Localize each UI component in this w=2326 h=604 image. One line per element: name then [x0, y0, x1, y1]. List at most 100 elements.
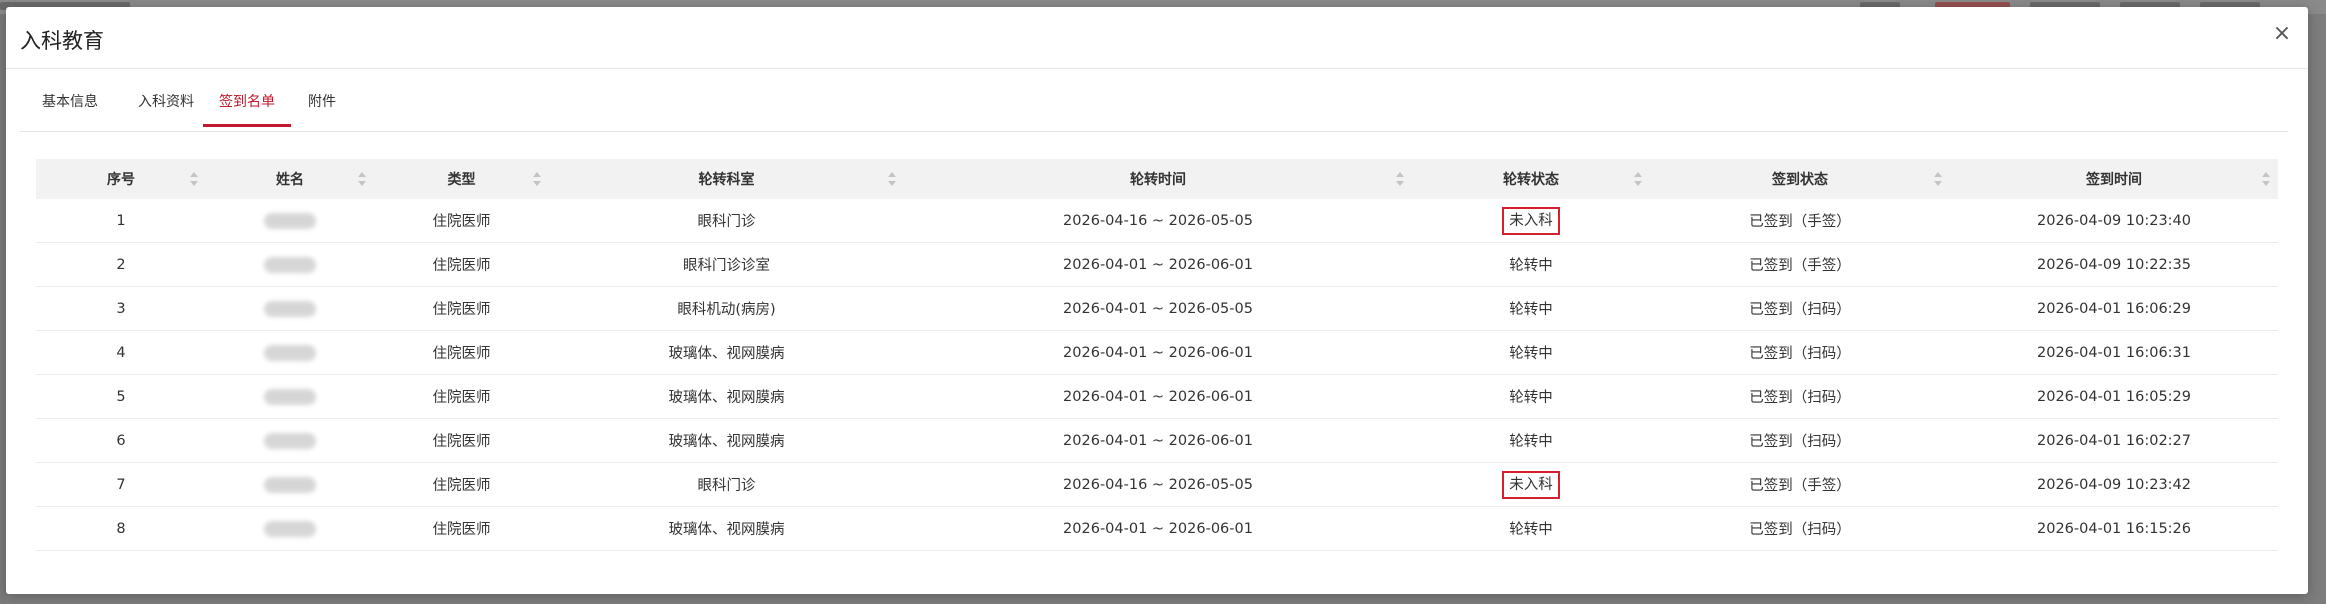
row-signin-status: 已签到（扫码）	[1749, 346, 1851, 362]
enrollment-education-modal: 入科教育 × 基本信息 入科资料 签到名单 附件 序号 姓名 类型 轮转科室 轮…	[6, 7, 2308, 594]
modal-header: 入科教育 ×	[6, 7, 2308, 69]
row-index: 5	[116, 388, 126, 405]
row-rotation-time: 2026-04-01 ~ 2026-06-01	[1063, 432, 1253, 449]
row-department: 眼科机动(病房)	[677, 302, 776, 318]
row-rotation-status: 轮转中	[1509, 346, 1553, 362]
row-signin-time: 2026-04-01 16:05:29	[2037, 388, 2191, 405]
row-rotation-time: 2026-04-01 ~ 2026-06-01	[1063, 388, 1253, 405]
modal-title: 入科教育	[20, 29, 104, 53]
row-rotation-status: 轮转中	[1509, 522, 1553, 538]
row-signin-time: 2026-04-09 10:23:40	[2037, 212, 2191, 229]
row-rotation-time: 2026-04-16 ~ 2026-05-05	[1063, 476, 1253, 493]
row-index: 4	[116, 344, 126, 361]
status-highlight: 未入科	[1502, 206, 1560, 235]
status-highlight: 未入科	[1502, 470, 1560, 499]
row-type: 住院医师	[432, 258, 491, 274]
row-signin-time: 2026-04-01 16:15:26	[2037, 520, 2191, 537]
row-department: 玻璃体、视网膜病	[668, 390, 785, 406]
row-signin-time: 2026-04-09 10:23:42	[2037, 476, 2191, 493]
row-signin-status: 已签到（手签）	[1749, 214, 1851, 230]
row-signin-status: 已签到（扫码）	[1749, 522, 1851, 538]
sort-icon[interactable]	[358, 172, 366, 186]
row-signin-status: 已签到（手签）	[1749, 478, 1851, 494]
signin-table: 序号 姓名 类型 轮转科室 轮转时间 轮转状态 签到状态 签到时间 1 住院医师…	[36, 159, 2278, 551]
row-department: 玻璃体、视网膜病	[668, 434, 785, 450]
row-index: 6	[116, 432, 126, 449]
row-name-redacted	[206, 375, 374, 418]
close-icon[interactable]: ×	[2269, 21, 2295, 47]
table-row: 7 住院医师 眼科门诊 2026-04-16 ~ 2026-05-05 未入科 …	[36, 463, 2278, 507]
sort-icon[interactable]	[1934, 172, 1942, 186]
row-type: 住院医师	[432, 346, 491, 362]
tab-basic-info[interactable]: 基本信息	[26, 87, 114, 129]
row-rotation-time: 2026-04-01 ~ 2026-05-05	[1063, 300, 1253, 317]
row-signin-status: 已签到（扫码）	[1749, 302, 1851, 318]
row-name-redacted	[206, 507, 374, 550]
row-index: 3	[116, 300, 126, 317]
row-rotation-status: 轮转中	[1509, 302, 1553, 318]
row-signin-status: 已签到（扫码）	[1749, 390, 1851, 406]
row-signin-status: 已签到（扫码）	[1749, 434, 1851, 450]
column-header-type[interactable]: 类型	[374, 159, 549, 199]
table-header: 序号 姓名 类型 轮转科室 轮转时间 轮转状态 签到状态 签到时间	[36, 159, 2278, 199]
row-type: 住院医师	[432, 478, 491, 494]
row-rotation-status: 轮转中	[1509, 258, 1553, 274]
row-rotation-time: 2026-04-16 ~ 2026-05-05	[1063, 212, 1253, 229]
row-rotation-status: 未入科	[1412, 463, 1650, 506]
table-row: 1 住院医师 眼科门诊 2026-04-16 ~ 2026-05-05 未入科 …	[36, 199, 2278, 243]
row-type: 住院医师	[432, 302, 491, 318]
table-row: 6 住院医师 玻璃体、视网膜病 2026-04-01 ~ 2026-06-01 …	[36, 419, 2278, 463]
row-name-redacted	[206, 287, 374, 330]
table-row: 3 住院医师 眼科机动(病房) 2026-04-01 ~ 2026-05-05 …	[36, 287, 2278, 331]
sort-icon[interactable]	[190, 172, 198, 186]
sort-icon[interactable]	[888, 172, 896, 186]
row-index: 7	[116, 476, 126, 493]
row-rotation-status: 轮转中	[1509, 434, 1553, 450]
row-type: 住院医师	[432, 390, 491, 406]
row-type: 住院医师	[432, 434, 491, 450]
row-department: 眼科门诊	[697, 478, 756, 494]
row-rotation-time: 2026-04-01 ~ 2026-06-01	[1063, 256, 1253, 273]
table-row: 4 住院医师 玻璃体、视网膜病 2026-04-01 ~ 2026-06-01 …	[36, 331, 2278, 375]
sort-icon[interactable]	[2262, 172, 2270, 186]
row-name-redacted	[206, 419, 374, 462]
row-rotation-time: 2026-04-01 ~ 2026-06-01	[1063, 344, 1253, 361]
column-header-name[interactable]: 姓名	[206, 159, 374, 199]
row-rotation-time: 2026-04-01 ~ 2026-06-01	[1063, 520, 1253, 537]
table-row: 2 住院医师 眼科门诊诊室 2026-04-01 ~ 2026-06-01 轮转…	[36, 243, 2278, 287]
row-signin-time: 2026-04-01 16:06:31	[2037, 344, 2191, 361]
table-row: 5 住院医师 玻璃体、视网膜病 2026-04-01 ~ 2026-06-01 …	[36, 375, 2278, 419]
column-header-department[interactable]: 轮转科室	[549, 159, 904, 199]
tab-signin-list[interactable]: 签到名单	[203, 87, 291, 127]
tab-bar: 基本信息 入科资料 签到名单 附件	[20, 87, 2288, 132]
row-signin-status: 已签到（手签）	[1749, 258, 1851, 274]
row-name-redacted	[206, 243, 374, 286]
row-index: 1	[116, 212, 126, 229]
sort-icon[interactable]	[1634, 172, 1642, 186]
row-rotation-status: 未入科	[1412, 199, 1650, 242]
row-department: 玻璃体、视网膜病	[668, 346, 785, 362]
row-type: 住院医师	[432, 522, 491, 538]
row-type: 住院医师	[432, 214, 491, 230]
tab-attachments[interactable]: 附件	[292, 87, 352, 129]
row-name-redacted	[206, 331, 374, 374]
row-signin-time: 2026-04-01 16:02:27	[2037, 432, 2191, 449]
column-header-signin-status[interactable]: 签到状态	[1650, 159, 1950, 199]
column-header-index[interactable]: 序号	[36, 159, 206, 199]
row-department: 眼科门诊	[697, 214, 756, 230]
column-header-rotation-status[interactable]: 轮转状态	[1412, 159, 1650, 199]
row-name-redacted	[206, 463, 374, 506]
tab-enrollment-materials[interactable]: 入科资料	[122, 87, 210, 129]
row-index: 2	[116, 256, 126, 273]
sort-icon[interactable]	[1396, 172, 1404, 186]
row-department: 眼科门诊诊室	[683, 258, 770, 274]
row-signin-time: 2026-04-01 16:06:29	[2037, 300, 2191, 317]
row-index: 8	[116, 520, 126, 537]
table-row: 8 住院医师 玻璃体、视网膜病 2026-04-01 ~ 2026-06-01 …	[36, 507, 2278, 551]
column-header-signin-time[interactable]: 签到时间	[1950, 159, 2278, 199]
column-header-rotation-time[interactable]: 轮转时间	[904, 159, 1412, 199]
row-signin-time: 2026-04-09 10:22:35	[2037, 256, 2191, 273]
row-department: 玻璃体、视网膜病	[668, 522, 785, 538]
sort-icon[interactable]	[533, 172, 541, 186]
row-rotation-status: 轮转中	[1509, 390, 1553, 406]
